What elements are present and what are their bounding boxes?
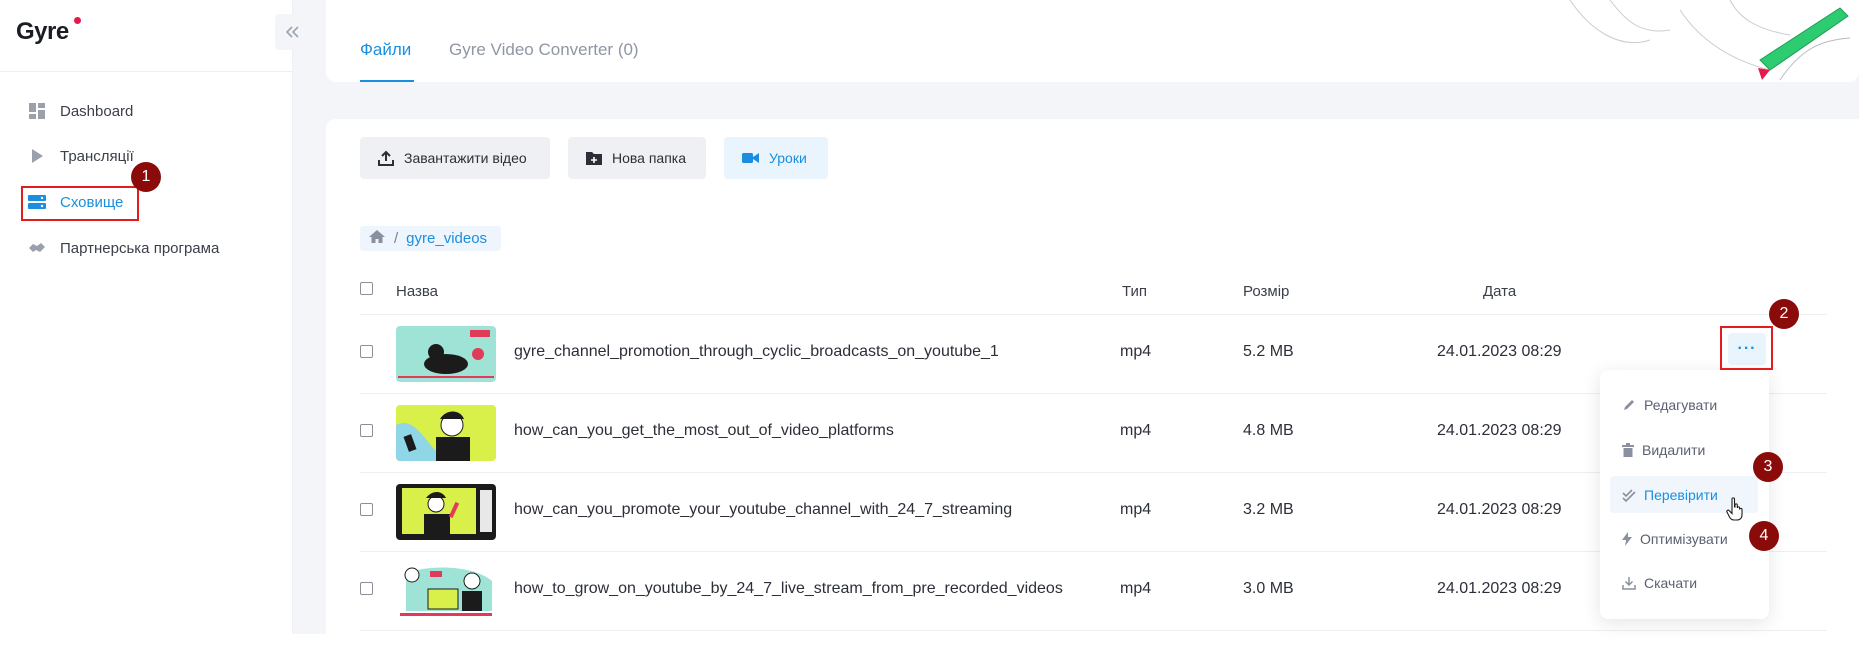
breadcrumb: / gyre_videos [360, 226, 502, 251]
new-folder-label: Нова папка [612, 150, 687, 166]
play-icon [28, 147, 46, 165]
file-name[interactable]: how_can_you_get_the_most_out_of_video_pl… [514, 422, 894, 440]
tab-files[interactable]: Файли [360, 40, 411, 60]
collapse-sidebar-button[interactable] [275, 14, 311, 50]
menu-item-delete[interactable]: Видалити [1610, 431, 1758, 468]
handshake-icon [28, 239, 46, 257]
file-size: 4.8 MB [1243, 422, 1294, 439]
trash-icon [1622, 442, 1634, 457]
dashboard-icon [28, 102, 46, 120]
menu-item-optimize[interactable]: Оптимізувати [1610, 520, 1758, 557]
breadcrumb-separator: / [394, 230, 399, 247]
video-thumbnail[interactable] [396, 405, 496, 461]
lessons-button[interactable]: Уроки [724, 137, 828, 179]
bolt-icon [1622, 531, 1632, 546]
video-thumbnail[interactable] [396, 484, 496, 540]
sidebar-item-broadcasts[interactable]: Трансляції [28, 144, 134, 168]
callout-badge: 2 [1769, 299, 1799, 329]
column-header-size[interactable]: Розмір [1243, 283, 1289, 300]
file-date: 24.01.2023 08:29 [1437, 343, 1562, 360]
sidebar-item-label: Партнерська програма [60, 239, 220, 257]
file-size: 5.2 MB [1243, 343, 1294, 360]
file-type: mp4 [1120, 343, 1152, 360]
app-logo[interactable]: Gyre [16, 18, 69, 46]
file-name[interactable]: how_to_grow_on_youtube_by_24_7_live_stre… [514, 580, 1063, 598]
menu-item-label: Видалити [1642, 441, 1706, 458]
file-type: mp4 [1120, 422, 1152, 439]
lessons-label: Уроки [769, 150, 807, 166]
row-checkbox[interactable] [360, 582, 373, 595]
column-header-name[interactable]: Назва [396, 283, 438, 300]
upload-video-label: Завантажити відео [404, 150, 527, 166]
file-size: 3.2 MB [1243, 501, 1294, 518]
menu-item-edit[interactable]: Редагувати [1610, 386, 1758, 423]
sidebar-item-dashboard[interactable]: Dashboard [28, 99, 133, 123]
highlight-box-storage [21, 186, 139, 221]
menu-item-download[interactable]: Скачати [1610, 564, 1758, 601]
video-thumbnail[interactable] [396, 326, 496, 382]
column-header-date[interactable]: Дата [1483, 283, 1516, 300]
new-folder-button[interactable]: Нова папка [568, 137, 706, 179]
callout-badge: 1 [131, 162, 161, 192]
file-date: 24.01.2023 08:29 [1437, 501, 1562, 518]
file-type: mp4 [1120, 580, 1152, 597]
file-date: 24.01.2023 08:29 [1437, 422, 1562, 439]
callout-badge: 4 [1749, 521, 1779, 551]
file-name[interactable]: how_can_you_promote_your_youtube_channel… [514, 501, 1012, 519]
double-check-icon [1622, 488, 1636, 502]
video-camera-icon [742, 152, 759, 164]
file-name[interactable]: gyre_channel_promotion_through_cyclic_br… [514, 343, 999, 361]
menu-item-label: Скачати [1644, 574, 1698, 591]
logo-dot [74, 17, 81, 24]
video-thumbnail[interactable] [396, 563, 496, 619]
tab-video-converter[interactable]: Gyre Video Converter (0) [449, 40, 639, 60]
column-header-type[interactable]: Тип [1122, 283, 1147, 300]
menu-item-label: Оптимізувати [1640, 530, 1728, 547]
header-illustration [1569, 0, 1851, 81]
sidebar-divider [0, 71, 293, 72]
sidebar-item-partner[interactable]: Партнерська програма [28, 236, 219, 260]
row-context-menu: Редагувати Видалити Перевірити Оптимізув… [1600, 370, 1769, 619]
row-checkbox[interactable] [360, 503, 373, 516]
chevrons-left-icon [285, 22, 300, 43]
sidebar: Gyre Dashboard Трансляції Сховище Партне… [0, 0, 293, 634]
active-tab-indicator [360, 80, 414, 82]
row-checkbox[interactable] [360, 424, 373, 437]
menu-item-label: Перевірити [1644, 486, 1718, 503]
file-type: mp4 [1120, 501, 1152, 518]
callout-badge: 3 [1753, 452, 1783, 482]
download-icon [1622, 576, 1636, 590]
tabs-card: Файли Gyre Video Converter (0) [326, 0, 1859, 82]
upload-icon [378, 150, 394, 166]
folder-plus-icon [586, 151, 602, 165]
menu-item-label: Редагувати [1644, 396, 1718, 413]
home-icon[interactable] [368, 229, 386, 248]
breadcrumb-folder[interactable]: gyre_videos [406, 230, 487, 247]
file-size: 3.0 MB [1243, 580, 1294, 597]
sidebar-item-label: Dashboard [60, 102, 134, 120]
select-all-checkbox[interactable] [360, 282, 373, 295]
sidebar-item-label: Трансляції [60, 147, 134, 165]
row-checkbox[interactable] [360, 345, 373, 358]
hand-cursor-icon [1726, 497, 1743, 521]
file-date: 24.01.2023 08:29 [1437, 580, 1562, 597]
highlight-box-more-actions [1720, 326, 1773, 370]
pencil-icon [1622, 398, 1636, 412]
upload-video-button[interactable]: Завантажити відео [360, 137, 550, 179]
